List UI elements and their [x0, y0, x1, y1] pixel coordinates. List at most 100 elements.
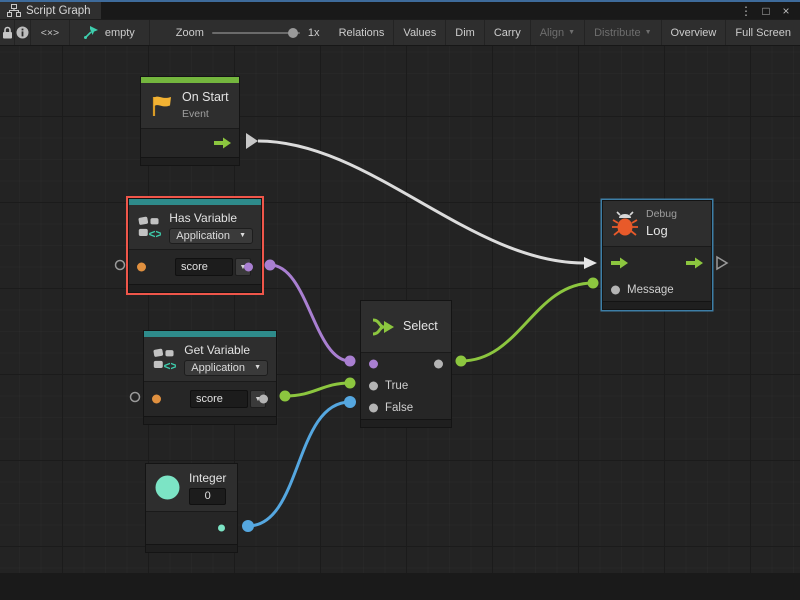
node-footer	[144, 416, 276, 424]
wire-endpoint	[280, 391, 291, 402]
values-button[interactable]: Values	[394, 20, 446, 45]
wire-endpoint	[345, 378, 356, 389]
wire-getvariable-to-select[interactable]	[285, 383, 350, 396]
chevron-down-icon: ▼	[645, 29, 652, 36]
graph-toolbar: <×> empty Zoom 1x Relations Values Dim C…	[0, 19, 800, 46]
node-has-variable[interactable]: <> Has Variable Application ▼ score ▼	[128, 198, 262, 293]
chevron-down-icon: ▼	[254, 364, 261, 371]
script-graph-window: Script Graph ⋮ □ × <×>	[0, 0, 800, 600]
info-icon	[16, 26, 29, 39]
tab-script-graph[interactable]: Script Graph	[0, 2, 101, 19]
variable-kind-dropdown[interactable]: Application ▼	[169, 228, 253, 244]
variables-icon: <>	[152, 346, 176, 373]
lock-icon	[2, 26, 13, 39]
lock-button[interactable]	[0, 20, 15, 45]
message-input-port[interactable]	[611, 286, 620, 295]
wire-endpoint	[265, 260, 276, 271]
relations-button[interactable]: Relations	[330, 20, 395, 45]
node-get-variable[interactable]: <> Get Variable Application ▼ score ▼	[143, 330, 277, 425]
selection-label: empty	[105, 27, 135, 39]
wire-onstart-to-log[interactable]	[258, 141, 584, 263]
carry-button[interactable]: Carry	[485, 20, 531, 45]
graph-icon	[7, 4, 21, 17]
distribute-button[interactable]: Distribute ▼	[585, 20, 661, 45]
node-footer	[141, 157, 239, 165]
tab-bar: Script Graph ⋮ □ ×	[0, 2, 800, 19]
svg-text:<>: <>	[164, 359, 177, 372]
port-label: Message	[627, 284, 674, 296]
node-footer	[146, 544, 237, 552]
wire-endpoint	[344, 396, 356, 408]
wire-select-to-log[interactable]	[461, 283, 593, 361]
chevron-down-icon: ▼	[239, 232, 246, 239]
graph-canvas[interactable]: On Start Event <>	[0, 46, 800, 600]
control-wire-arrowhead	[584, 257, 597, 269]
variable-name-dropdown[interactable]: score ▼	[190, 390, 266, 408]
canvas-bottom-edge	[0, 573, 800, 600]
wire-endpoint	[345, 356, 356, 367]
bug-icon	[612, 211, 638, 237]
selection-cursor-icon	[84, 26, 99, 39]
true-input-port[interactable]	[369, 382, 378, 391]
node-title: Has Variable	[169, 211, 253, 226]
variable-kind-dropdown[interactable]: Application ▼	[184, 360, 268, 376]
close-icon[interactable]: ×	[778, 4, 794, 18]
window-menu-icon[interactable]: ⋮	[738, 4, 754, 18]
control-input-port[interactable]	[611, 258, 628, 269]
node-subtitle: Event	[182, 108, 229, 121]
select-icon	[371, 316, 395, 338]
false-input-port[interactable]	[369, 404, 378, 413]
control-output-port[interactable]	[214, 138, 231, 149]
control-output-arrowhead	[246, 133, 258, 149]
variables-icon: <>	[137, 214, 161, 241]
wire-endpoint	[588, 278, 599, 289]
full-screen-button[interactable]: Full Screen	[726, 20, 800, 45]
chevron-down-icon: ▼	[568, 29, 575, 36]
node-group-label: Debug	[646, 208, 677, 221]
node-footer	[361, 419, 451, 427]
window-controls: ⋮ □ ×	[738, 2, 800, 19]
info-button[interactable]	[15, 20, 30, 45]
node-title: Get Variable	[184, 343, 268, 358]
selection-indicator[interactable]: empty	[70, 20, 150, 45]
unconnected-port-circle[interactable]	[131, 393, 140, 402]
value-output-port[interactable]	[259, 395, 268, 404]
name-input-port[interactable]	[152, 395, 161, 404]
node-on-start[interactable]: On Start Event	[140, 76, 240, 166]
port-label: True	[385, 380, 408, 392]
node-title: Log	[646, 223, 677, 239]
integer-value-field[interactable]: 0	[189, 488, 226, 505]
zoom-slider[interactable]	[212, 27, 300, 39]
variable-name-dropdown[interactable]: score ▼	[175, 258, 251, 276]
unconnected-port-circle[interactable]	[116, 261, 125, 270]
integer-output-port[interactable]	[218, 525, 225, 532]
integer-icon	[154, 474, 181, 501]
node-footer	[603, 301, 711, 309]
node-footer	[129, 284, 261, 292]
node-debug-log[interactable]: Debug Log Message	[602, 200, 712, 310]
zoom-slider-handle[interactable]	[288, 28, 298, 38]
zoom-value: 1x	[308, 27, 320, 39]
overview-button[interactable]: Overview	[662, 20, 727, 45]
unconnected-control-triangle[interactable]	[717, 257, 727, 269]
wire-endpoint	[456, 356, 467, 367]
align-button[interactable]: Align ▼	[531, 20, 585, 45]
node-title: On Start	[182, 90, 229, 106]
name-input-port[interactable]	[137, 263, 146, 272]
node-select[interactable]: Select True False	[360, 300, 452, 428]
zoom-slider-track	[212, 32, 300, 34]
dim-button[interactable]: Dim	[446, 20, 485, 45]
wire-hasvariable-to-select[interactable]	[270, 265, 350, 361]
svg-text:<>: <>	[149, 227, 162, 240]
zoom-label: Zoom	[176, 27, 204, 39]
zoom-control: Zoom 1x	[150, 20, 330, 45]
selection-output-port[interactable]	[434, 360, 443, 369]
code-view-button[interactable]: <×>	[31, 20, 70, 45]
toolbar-buttons: Relations Values Dim Carry Align ▼ Distr…	[330, 20, 800, 45]
control-output-port[interactable]	[686, 258, 703, 269]
node-integer[interactable]: Integer 0	[145, 463, 238, 553]
condition-input-port[interactable]	[369, 360, 378, 369]
maximize-icon[interactable]: □	[758, 4, 774, 18]
result-output-port[interactable]	[244, 263, 253, 272]
node-title: Integer	[189, 471, 226, 486]
